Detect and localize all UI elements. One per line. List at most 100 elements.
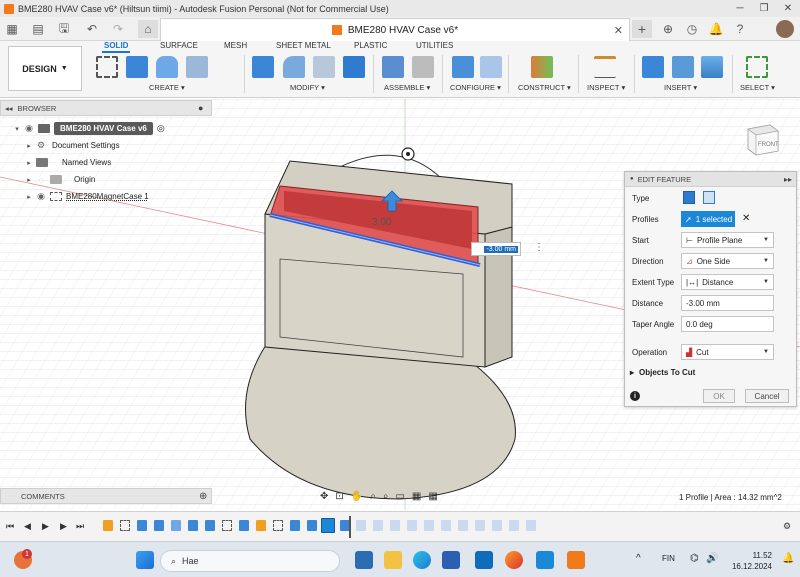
close-tab-icon[interactable]: ✕ [614,24,623,37]
edit-feature-header[interactable]: ● EDIT FEATURE ▸▸ [625,172,796,187]
taskbar-clock[interactable]: 11.52 16.12.2024 [732,550,772,572]
hole-icon[interactable] [186,56,208,78]
start-dropdown[interactable]: ⊢ Profile Plane ▼ [681,232,774,248]
redo-icon[interactable]: ↷ [110,20,126,38]
extrude-icon[interactable] [126,56,148,78]
browser-header[interactable]: ◂◂ BROWSER ● [0,100,212,116]
go-to-start-icon[interactable]: ⏮ [6,521,14,532]
new-tab-icon[interactable]: + [632,20,652,38]
network-icon[interactable]: ⌬ [690,553,699,564]
browser-item-component[interactable]: ▸ ◉ BME280MagnetCase 1 [24,188,149,205]
expand-icon[interactable]: ▸ [24,142,34,150]
clear-selection-icon[interactable]: ✕ [742,213,750,224]
home-icon[interactable]: ⌂ [138,20,158,38]
tab-sheet-metal[interactable]: SHEET METAL [276,41,331,50]
viewports-icon[interactable]: ▦ [428,491,437,502]
fit-icon[interactable]: ⌕ [383,491,389,502]
browser-item-root[interactable]: ▾ ◉ BME280 HVAV Case v6 ◎ [12,120,165,137]
timeline-sketch-icon[interactable] [222,520,232,531]
file-explorer-icon[interactable] [384,551,402,569]
ok-button[interactable]: OK [703,389,735,403]
panel-pin-icon[interactable]: ● [198,103,203,113]
select-icon[interactable] [746,56,768,78]
job-status-icon[interactable]: ◷ [684,20,700,38]
firefox-icon[interactable] [505,551,523,569]
timeline-extrude-icon[interactable] [137,520,147,531]
cancel-button[interactable]: Cancel [745,389,789,403]
group-assemble[interactable]: ASSEMBLE ▾ [384,83,430,92]
expand-icon[interactable]: ▸ [630,368,634,377]
extent-type-dropdown[interactable]: |↔| Distance ▼ [681,274,774,290]
group-inspect[interactable]: INSPECT ▾ [587,83,625,92]
timeline-suppressed-icon[interactable] [441,520,451,531]
expand-icon[interactable]: ▸ [24,193,34,201]
timeline-suppressed-icon[interactable] [356,520,366,531]
close-button[interactable]: ✕ [776,0,800,17]
configure-icon[interactable] [452,56,474,78]
expand-icon[interactable]: ▸ [24,176,34,184]
add-comment-icon[interactable]: ⊕ [199,491,207,502]
timeline-suppressed-icon[interactable] [424,520,434,531]
extensions-icon[interactable]: ⊕ [660,20,676,38]
timeline-suppressed-icon[interactable] [373,520,383,531]
notification-bell-icon[interactable]: 🔔 [782,553,794,564]
timeline-fillet-icon[interactable] [171,520,181,531]
distance-input[interactable]: -3.00 mm [681,295,774,311]
store-icon[interactable] [442,551,460,569]
operation-dropdown[interactable]: ▟ Cut ▼ [681,344,774,360]
input-language[interactable]: FIN [662,554,675,563]
timeline-suppressed-icon[interactable] [509,520,519,531]
browser-item-named-views[interactable]: ▸ Named Views [24,154,111,171]
avatar[interactable] [776,20,794,38]
file-menu-icon[interactable]: ▤ [30,20,46,38]
tab-solid[interactable]: SOLID [101,41,131,53]
visibility-eye-icon[interactable]: ◉ [22,123,36,134]
timeline-suppressed-icon[interactable] [475,520,485,531]
press-pull-icon[interactable] [252,56,274,78]
grid-settings-icon[interactable]: ▦ [412,491,421,502]
display-settings-icon[interactable]: ▭ [395,491,404,502]
viewcube[interactable]: FRONT [744,119,782,157]
browser-item-document-settings[interactable]: ▸ ⚙ Document Settings [24,137,119,154]
edge-icon[interactable] [413,551,431,569]
taper-angle-input[interactable]: 0.0 deg [681,316,774,332]
timeline-sketch-icon[interactable] [256,520,266,531]
extrude-type-solid-icon[interactable] [683,191,695,204]
group-create[interactable]: CREATE ▾ [149,83,185,92]
collapse-panel-icon[interactable]: ◂◂ [5,104,13,113]
insert-image-icon[interactable] [701,56,723,78]
activate-radio-icon[interactable]: ◎ [157,123,165,134]
group-construct[interactable]: CONSTRUCT ▾ [518,83,571,92]
timeline-suppressed-icon[interactable] [390,520,400,531]
timeline-suppressed-icon[interactable] [407,520,417,531]
profiles-selection-button[interactable]: ➚ 1 selected [681,211,735,227]
start-icon[interactable] [136,551,154,569]
timeline-extrude-icon[interactable] [188,520,198,531]
timeline-sketch-icon[interactable] [120,520,130,531]
step-back-icon[interactable]: ◀ [24,521,31,532]
undo-icon[interactable]: ↶ [84,20,100,38]
offset-plane-icon[interactable] [531,56,553,78]
distance-manipulator-input[interactable]: -3.00 mm [471,242,521,256]
timeline-extrude-icon[interactable] [239,520,249,531]
extrude-type-thin-icon[interactable] [703,191,715,204]
help-icon[interactable]: ? [732,20,748,38]
timeline-active-extrude-icon[interactable] [321,518,335,533]
timeline-extrude-icon[interactable] [290,520,300,531]
collapse-panel-icon[interactable]: ● [630,176,634,182]
outlook-icon[interactable] [475,551,493,569]
orbit-icon[interactable]: ✥ [320,491,328,502]
workspace-switcher[interactable]: DESIGN ▼ [8,46,82,91]
go-to-end-icon[interactable]: ⏭ [76,521,84,532]
browser-item-origin[interactable]: ▸ ◌ Origin [24,171,95,188]
timeline-settings-icon[interactable]: ⚙ [783,521,791,532]
minimize-button[interactable]: ─ [728,0,752,17]
pan-icon[interactable]: ✋ [351,491,363,502]
expand-icon[interactable]: ▾ [12,125,22,133]
new-component-icon[interactable] [382,56,404,78]
fillet-icon[interactable] [283,56,305,78]
tab-plastic[interactable]: PLASTIC [354,41,387,50]
step-forward-icon[interactable]: ▶ [60,521,67,532]
taskbar-search[interactable]: ⌕ Hae [160,550,340,572]
app-c-icon[interactable] [536,551,554,569]
